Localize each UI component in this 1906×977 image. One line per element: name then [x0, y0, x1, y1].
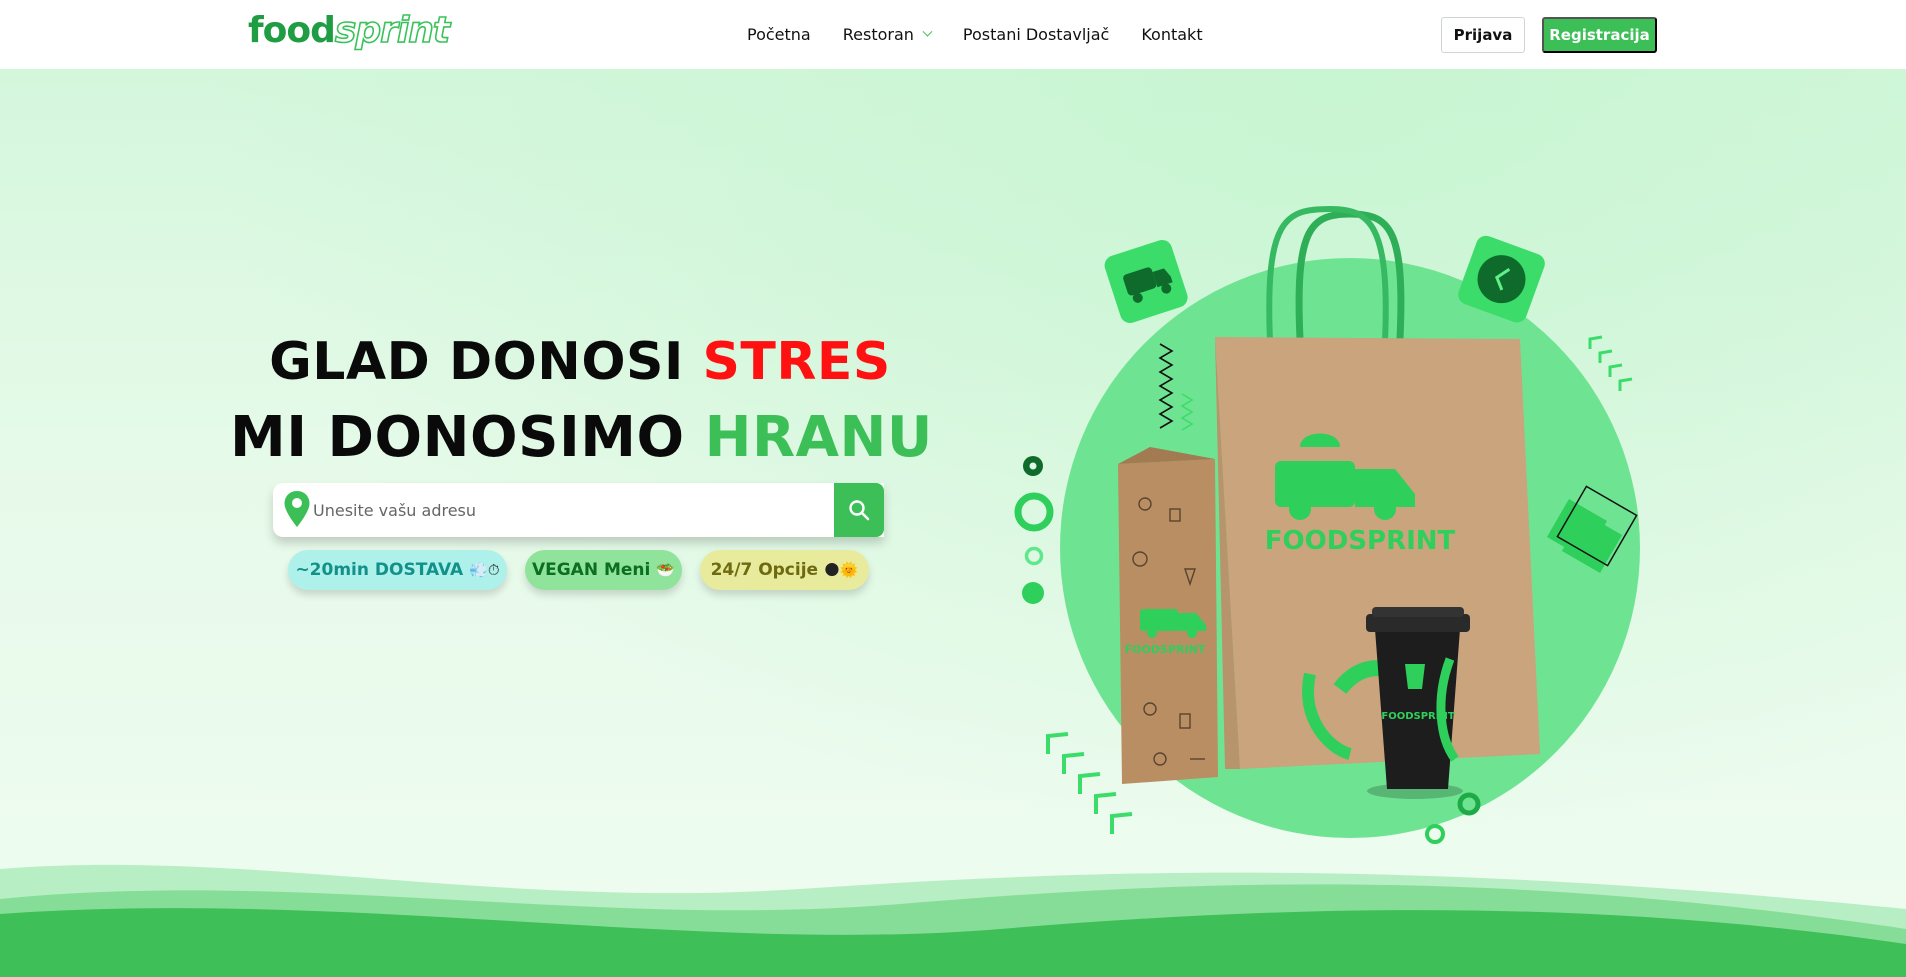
feature-pill-label: ~20min DOSTAVA	[295, 560, 464, 580]
salad-icon: 🥗	[656, 561, 676, 579]
hero-headline-accent-green: HRANU	[704, 405, 933, 470]
chevron-decoration-top	[1588, 335, 1633, 391]
nav-item-kontakt[interactable]: Kontakt	[1141, 25, 1202, 44]
hero-headline-text: MI DONOSIMO	[230, 405, 705, 470]
nav-item-label: Kontakt	[1141, 25, 1203, 44]
chevron-down-icon	[922, 26, 933, 37]
nav-item-postani-dostavljac[interactable]: Postani Dostavljač	[963, 25, 1109, 44]
hero-headline-accent-red: STRES	[702, 332, 891, 392]
feature-pill-delivery[interactable]: ~20min DOSTAVA 💨⏱	[288, 550, 507, 590]
hero-illustration: FOODSPRINT FOODSPRINT FOODSPRINT	[1014, 205, 1640, 844]
nav-item-label: Početna	[747, 25, 811, 44]
nav-item-restoran[interactable]: Restoran	[842, 25, 933, 44]
brand-logo-food: food	[248, 10, 336, 51]
search-icon	[849, 500, 870, 521]
chevron-decoration-bottom	[1046, 732, 1133, 834]
nav-item-label: Restoran	[842, 25, 914, 44]
bag-brand-text: FOODSPRINT	[1265, 526, 1456, 556]
feature-pill-247[interactable]: 24/7 Opcije 🌑🌞	[700, 550, 869, 590]
nav-item-pocetna[interactable]: Početna	[747, 25, 811, 44]
delivery-truck-tile-icon	[1104, 239, 1188, 323]
hero-headline-line2: MI DONOSIMO HRANU	[230, 405, 933, 470]
brand-logo-sprint: sprint	[334, 9, 451, 52]
feature-pill-label: VEGAN Meni	[531, 560, 651, 580]
hero-headline-text: GLAD DONOSI	[269, 332, 703, 392]
bottom-waves	[0, 864, 1906, 977]
feature-pill-label: 24/7 Opcije	[710, 560, 819, 580]
svg-text:FOODSPRINT: FOODSPRINT	[1125, 643, 1206, 656]
moon-sun-icon: 🌑🌞	[824, 561, 859, 579]
feature-pill-vegan[interactable]: VEGAN Meni 🥗	[525, 550, 682, 590]
address-search-bar	[273, 483, 884, 537]
main-nav: Početna Restoran Postani Dostavljač Kont…	[747, 0, 1203, 69]
nav-item-label: Postani Dostavljač	[962, 25, 1110, 44]
search-button[interactable]	[834, 483, 884, 537]
site-header: food sprint Početna Restoran Postani Dos…	[0, 0, 1906, 69]
hero-headline-line1: GLAD DONOSI STRES	[230, 332, 930, 392]
brand-logo[interactable]: food sprint	[248, 9, 451, 58]
address-search-input[interactable]	[313, 493, 833, 527]
stopwatch-icon: 💨⏱	[469, 561, 500, 579]
hero-section: GLAD DONOSI STRES MI DONOSIMO HRANU ~20m…	[0, 69, 1906, 977]
location-pin-icon	[284, 491, 310, 527]
register-button[interactable]: Registracija	[1542, 17, 1657, 53]
login-button[interactable]: Prijava	[1441, 17, 1525, 53]
